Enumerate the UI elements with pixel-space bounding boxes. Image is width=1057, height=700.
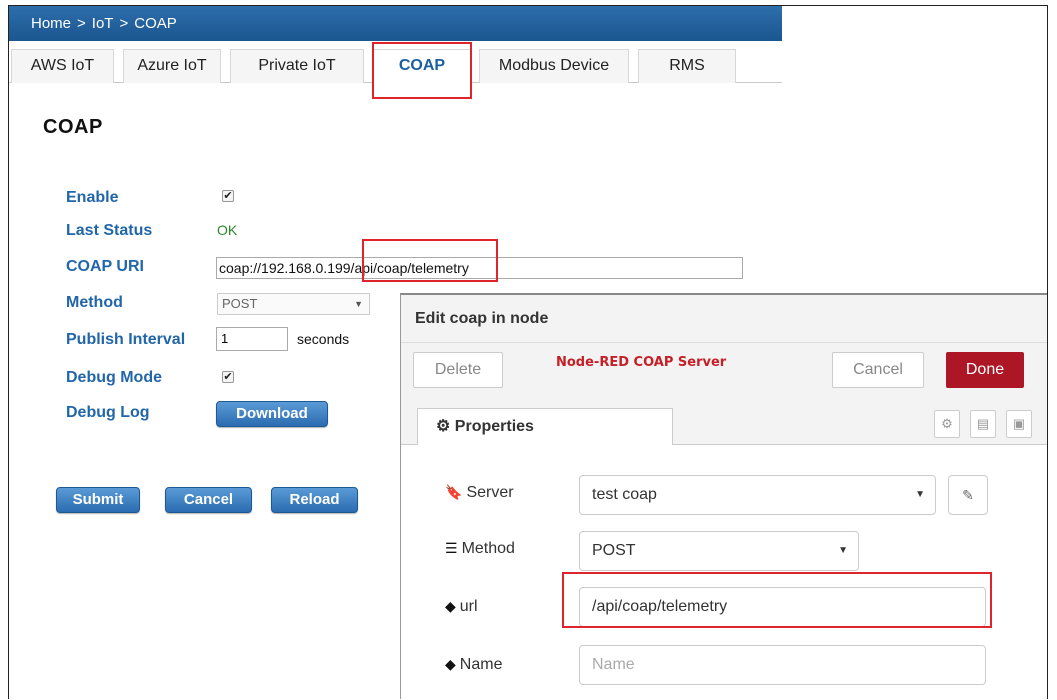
tab-properties[interactable]: ⚙ Properties bbox=[417, 408, 673, 445]
reload-button[interactable]: Reload bbox=[271, 487, 358, 513]
last-status-label: Last Status bbox=[66, 222, 153, 239]
breadcrumb: Home > IoT > COAP bbox=[9, 6, 782, 41]
enable-checkbox[interactable]: ✔ bbox=[222, 190, 234, 202]
tab-aws-iot[interactable]: AWS IoT bbox=[11, 49, 114, 83]
frame-icon[interactable]: ▣ bbox=[1006, 410, 1032, 438]
nodered-title: Edit coap in node bbox=[415, 310, 549, 327]
cancel-button[interactable]: Cancel bbox=[165, 487, 252, 513]
chevron-down-icon: ▼ bbox=[838, 545, 848, 556]
gear-icon: ⚙ bbox=[436, 418, 451, 435]
method-select-value: POST bbox=[222, 296, 258, 311]
enable-label: Enable bbox=[66, 189, 119, 206]
server-select-value: test coap bbox=[592, 486, 657, 503]
breadcrumb-home[interactable]: Home bbox=[31, 6, 71, 41]
method-label-nr: ☰ Method bbox=[445, 540, 515, 557]
done-button[interactable]: Done bbox=[946, 352, 1024, 388]
breadcrumb-coap: COAP bbox=[134, 15, 177, 32]
tag-icon: ◆ bbox=[445, 656, 456, 672]
method-label: Method bbox=[66, 294, 123, 311]
publish-interval-input[interactable]: 1 bbox=[216, 327, 288, 351]
coap-uri-label: COAP URI bbox=[66, 258, 144, 275]
coap-uri-input[interactable]: coap://192.168.0.199/api/coap/telemetry bbox=[216, 257, 743, 279]
interval-unit: seconds bbox=[297, 331, 350, 347]
download-button[interactable]: Download bbox=[216, 401, 328, 427]
server-label: 🔖 Server bbox=[445, 484, 514, 501]
breadcrumb-separator: > bbox=[77, 15, 86, 32]
tab-azure-iot[interactable]: Azure IoT bbox=[123, 49, 221, 83]
method-select[interactable]: POST ▼ bbox=[217, 293, 370, 315]
tab-properties-label: Properties bbox=[454, 418, 534, 435]
breadcrumb-separator: > bbox=[119, 15, 129, 32]
tab-rms[interactable]: RMS bbox=[638, 49, 736, 83]
server-select[interactable]: test coap ▼ bbox=[579, 475, 936, 515]
url-label: ◆ url bbox=[445, 598, 478, 615]
nodered-header: Edit coap in node bbox=[401, 295, 1047, 343]
nodered-method-select[interactable]: POST ▼ bbox=[579, 531, 859, 571]
tag-icon: ◆ bbox=[445, 598, 456, 614]
chevron-down-icon: ▼ bbox=[354, 299, 363, 309]
debug-mode-checkbox[interactable]: ✔ bbox=[222, 371, 234, 383]
breadcrumb-iot[interactable]: IoT bbox=[92, 6, 114, 41]
publish-interval-label: Publish Interval bbox=[66, 331, 186, 348]
server-name-caption: Node-RED COAP Server bbox=[556, 355, 727, 370]
list-icon: ☰ bbox=[445, 540, 458, 556]
submit-button[interactable]: Submit bbox=[56, 487, 140, 513]
tab-bar: AWS IoT Azure IoT Private IoT COAP Modbu… bbox=[9, 41, 782, 84]
nodered-action-bar: Delete Node-RED COAP Server Cancel Done bbox=[401, 343, 1047, 397]
app-frame: Home > IoT > COAP AWS IoT Azure IoT Private … bbox=[8, 5, 1048, 699]
bookmark-icon: 🔖 bbox=[445, 484, 463, 500]
pencil-icon: ✎ bbox=[962, 487, 974, 503]
chevron-down-icon: ▼ bbox=[915, 489, 925, 500]
debug-log-label: Debug Log bbox=[66, 404, 150, 421]
name-label: ◆ Name bbox=[445, 656, 503, 673]
delete-button[interactable]: Delete bbox=[413, 352, 503, 388]
settings-gear-icon[interactable]: ⚙ bbox=[934, 410, 960, 438]
tab-modbus-device[interactable]: Modbus Device bbox=[479, 49, 629, 83]
nodered-cancel-button[interactable]: Cancel bbox=[832, 352, 924, 388]
name-input[interactable]: Name bbox=[579, 645, 986, 685]
url-input[interactable]: /api/coap/telemetry bbox=[579, 587, 986, 627]
page-title: COAP bbox=[43, 116, 103, 138]
tab-private-iot[interactable]: Private IoT bbox=[230, 49, 364, 83]
tab-coap[interactable]: COAP bbox=[373, 49, 471, 84]
last-status-value: OK bbox=[217, 222, 238, 238]
nodered-tab-bar: ⚙ Properties ⚙ ▤ ▣ bbox=[401, 397, 1047, 445]
edit-server-button[interactable]: ✎ bbox=[948, 475, 988, 515]
document-icon[interactable]: ▤ bbox=[970, 410, 996, 438]
nodered-method-value: POST bbox=[592, 542, 636, 559]
nodered-edit-panel: Edit coap in node Delete Node-RED COAP S… bbox=[400, 293, 1047, 699]
nodered-properties-body: 🔖 Server test coap ▼ ✎ ☰ Method POST ▼ ◆ ur… bbox=[401, 445, 1047, 699]
debug-mode-label: Debug Mode bbox=[66, 369, 162, 386]
